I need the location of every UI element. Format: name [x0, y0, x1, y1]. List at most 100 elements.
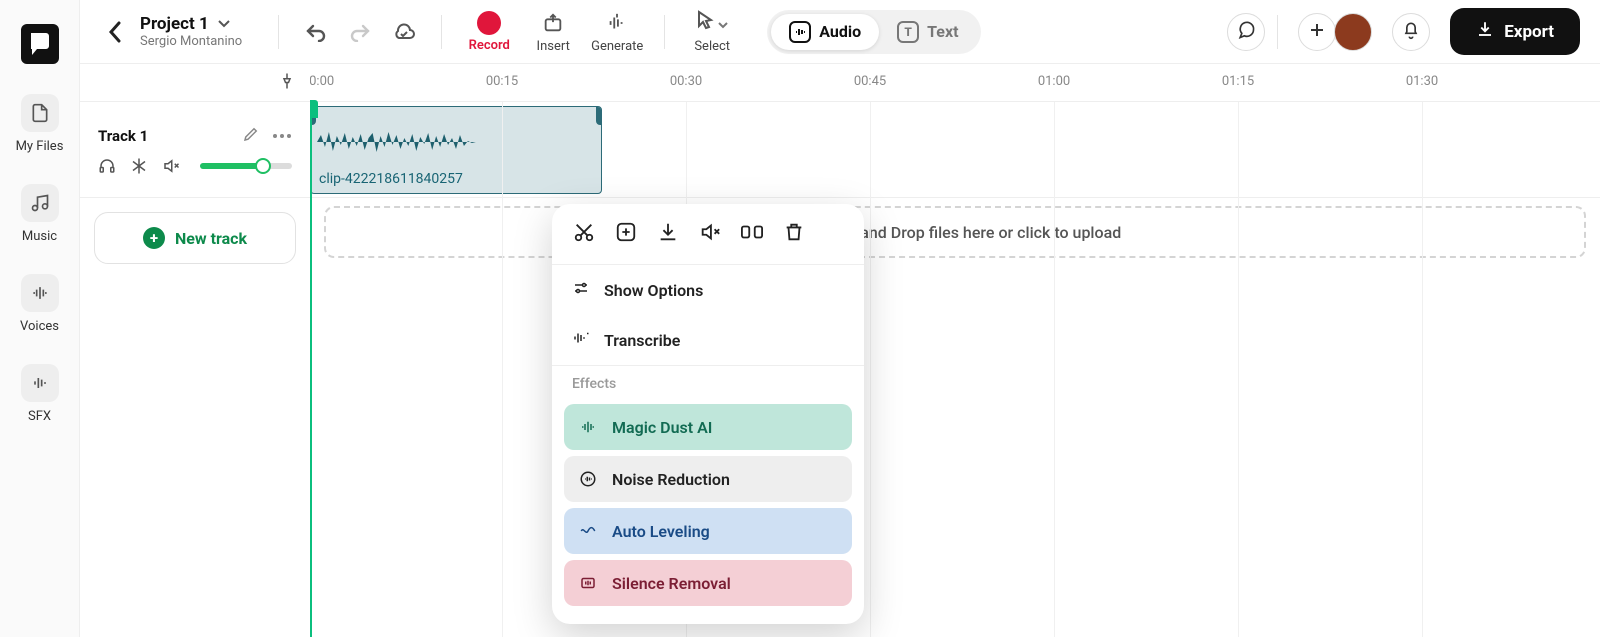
- show-options-button[interactable]: Show Options: [552, 265, 864, 315]
- ruler-label: 01:15: [1222, 74, 1254, 89]
- redo-button[interactable]: [341, 13, 379, 51]
- export-button[interactable]: Export: [1450, 8, 1580, 55]
- dropzone[interactable]: Drag and Drop files here or click to upl…: [324, 206, 1586, 258]
- snowflake-icon[interactable]: [130, 157, 148, 175]
- volume-fill: [200, 163, 263, 169]
- track-edit-icon[interactable]: [242, 125, 260, 147]
- waveform: [317, 127, 595, 157]
- silence-icon: [578, 573, 598, 593]
- comments-button[interactable]: [1227, 13, 1265, 51]
- notifications-button[interactable]: [1392, 13, 1430, 51]
- volume-thumb[interactable]: [255, 158, 271, 174]
- text-mode-icon: T: [897, 21, 919, 43]
- playhead[interactable]: [310, 102, 312, 637]
- select-button[interactable]: Select: [683, 10, 741, 54]
- project-title: Project 1: [140, 14, 209, 34]
- top-toolbar: Project 1 Sergio Montanino Record: [80, 0, 1600, 64]
- generate-button[interactable]: Generate: [588, 10, 646, 54]
- download-clip-button[interactable]: [654, 220, 682, 248]
- headphones-icon[interactable]: [98, 157, 116, 175]
- speaker-mute-icon[interactable]: [162, 157, 180, 175]
- time-ruler[interactable]: 00:0000:1500:3000:4501:0001:1501:30: [310, 64, 1600, 102]
- divider: [1277, 15, 1278, 49]
- sliders-icon: [572, 279, 590, 301]
- transcribe-icon: [572, 329, 590, 351]
- trash-icon: [783, 221, 805, 247]
- divider: [664, 15, 665, 49]
- split-button[interactable]: [738, 220, 766, 248]
- transcribe-button[interactable]: Transcribe: [552, 315, 864, 365]
- cursor-icon: [696, 10, 714, 35]
- effect-silence-removal[interactable]: Silence Removal: [564, 560, 852, 606]
- export-label: Export: [1504, 22, 1554, 42]
- grid-line: [870, 102, 871, 637]
- add-icon: [615, 221, 637, 247]
- download-icon: [1476, 20, 1494, 43]
- ruler-label: 00:30: [670, 74, 702, 89]
- cloud-sync-button[interactable]: [385, 13, 423, 51]
- nav-my-files[interactable]: My Files: [16, 94, 64, 154]
- clip-handle-right[interactable]: [596, 107, 602, 125]
- nav-sfx[interactable]: SFX: [21, 364, 59, 424]
- nav-voices[interactable]: Voices: [20, 274, 59, 334]
- mute-clip-button[interactable]: [696, 220, 724, 248]
- audio-mode-icon: [789, 21, 811, 43]
- effects-header: Effects: [552, 366, 864, 398]
- noise-icon: [578, 469, 598, 489]
- cut-button[interactable]: [570, 220, 598, 248]
- track-name: Track 1: [98, 127, 148, 145]
- leveling-icon: [578, 521, 598, 541]
- project-block[interactable]: Project 1 Sergio Montanino: [140, 14, 242, 49]
- workspace: Track 1: [80, 64, 1600, 637]
- bell-icon: [1401, 20, 1421, 44]
- ruler-label: 00:00: [310, 74, 334, 89]
- nav-label: Voices: [20, 319, 59, 334]
- mode-audio-button[interactable]: Audio: [771, 14, 879, 50]
- clip-row: clip-422218611840257: [310, 102, 1600, 198]
- nav-music[interactable]: Music: [21, 184, 59, 244]
- record-button[interactable]: Record: [460, 11, 518, 53]
- generate-label: Generate: [591, 39, 643, 54]
- grid-line: [1422, 102, 1423, 637]
- show-options-label: Show Options: [604, 281, 703, 300]
- left-sidebar: My Files Music Voices SFX: [0, 0, 80, 637]
- magic-icon: [578, 417, 598, 437]
- mode-text-button[interactable]: T Text: [879, 14, 976, 50]
- timeline-body: clip-422218611840257 Drag and Drop files…: [310, 102, 1600, 637]
- back-button[interactable]: [100, 17, 130, 47]
- add-clip-button[interactable]: [612, 220, 640, 248]
- mode-label: Audio: [819, 22, 861, 41]
- track-more-icon[interactable]: [272, 125, 292, 147]
- nav-label: My Files: [16, 139, 64, 154]
- new-track-button[interactable]: + New track: [94, 212, 296, 264]
- audio-clip[interactable]: clip-422218611840257: [310, 106, 602, 194]
- clip-context-popover: Show Options Transcribe Effects Magic Du…: [552, 204, 864, 624]
- undo-button[interactable]: [297, 13, 335, 51]
- insert-button[interactable]: Insert: [524, 10, 582, 54]
- cloud-check-icon: [391, 19, 417, 45]
- timeline: 00:0000:1500:3000:4501:0001:1501:30: [310, 64, 1600, 637]
- avatar[interactable]: [1334, 13, 1372, 51]
- generate-icon: [604, 10, 630, 36]
- music-icon: [21, 184, 59, 222]
- popover-toolbar: [552, 204, 864, 265]
- effect-label: Magic Dust AI: [612, 418, 712, 437]
- mode-label: Text: [927, 22, 958, 41]
- pin-icon[interactable]: [278, 72, 296, 94]
- redo-icon: [347, 19, 373, 45]
- app-logo: [21, 24, 59, 64]
- record-icon: [477, 11, 501, 35]
- grid-line: [502, 102, 503, 637]
- effect-magic-dust[interactable]: Magic Dust AI: [564, 404, 852, 450]
- delete-button[interactable]: [780, 220, 808, 248]
- effect-auto-leveling[interactable]: Auto Leveling: [564, 508, 852, 554]
- insert-icon: [540, 10, 566, 36]
- chat-icon: [1236, 20, 1256, 44]
- add-member-button[interactable]: [1298, 13, 1336, 51]
- download-icon: [657, 221, 679, 247]
- effect-noise-reduction[interactable]: Noise Reduction: [564, 456, 852, 502]
- ruler-label: 00:15: [486, 74, 518, 89]
- effect-label: Noise Reduction: [612, 470, 730, 489]
- ruler-label: 00:45: [854, 74, 886, 89]
- volume-slider[interactable]: [200, 163, 292, 169]
